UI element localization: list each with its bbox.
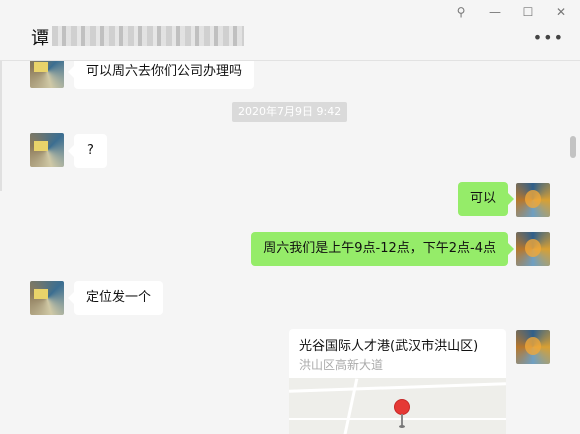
map-preview	[289, 378, 506, 434]
avatar[interactable]	[30, 133, 64, 167]
location-address: 洪山区高新大道	[299, 358, 384, 372]
contact-name-redacted	[52, 26, 244, 46]
message-bubble[interactable]: 周六我们是上午9点-12点，下午2点-4点	[251, 232, 514, 266]
close-icon[interactable]: ✕	[552, 5, 570, 19]
minimize-icon[interactable]: —	[486, 5, 504, 19]
avatar[interactable]	[516, 232, 550, 266]
pin-icon[interactable]: ⚲	[452, 5, 470, 19]
contact-name: 谭	[31, 28, 49, 49]
maximize-icon[interactable]: ☐	[519, 5, 537, 19]
scroll-edge	[0, 61, 2, 191]
location-card[interactable]: 光谷国际人才港(武汉市洪山区) 洪山区高新大道	[289, 329, 506, 434]
location-title: 光谷国际人才港(武汉市洪山区)	[299, 339, 479, 354]
avatar[interactable]	[30, 281, 64, 315]
message-list[interactable]: 可以周六去你们公司办理吗 2020年7月9日 9:42 ? 可以 周六我们是上午…	[0, 61, 580, 434]
avatar[interactable]	[30, 61, 64, 88]
message-bubble[interactable]: 定位发一个	[67, 281, 164, 315]
message-timestamp: 2020年7月9日 9:42	[232, 102, 348, 122]
chat-header: 谭 ⚲ — ☐ ✕ •••	[0, 0, 580, 61]
avatar[interactable]	[516, 183, 550, 217]
more-options-icon[interactable]: •••	[533, 30, 564, 46]
message-bubble[interactable]: 可以周六去你们公司办理吗	[67, 61, 255, 89]
scrollbar-thumb[interactable]	[570, 136, 576, 158]
message-bubble[interactable]: 可以	[457, 182, 515, 216]
avatar[interactable]	[516, 330, 550, 364]
map-pin-icon	[394, 399, 410, 415]
message-bubble[interactable]: ?	[68, 134, 107, 168]
